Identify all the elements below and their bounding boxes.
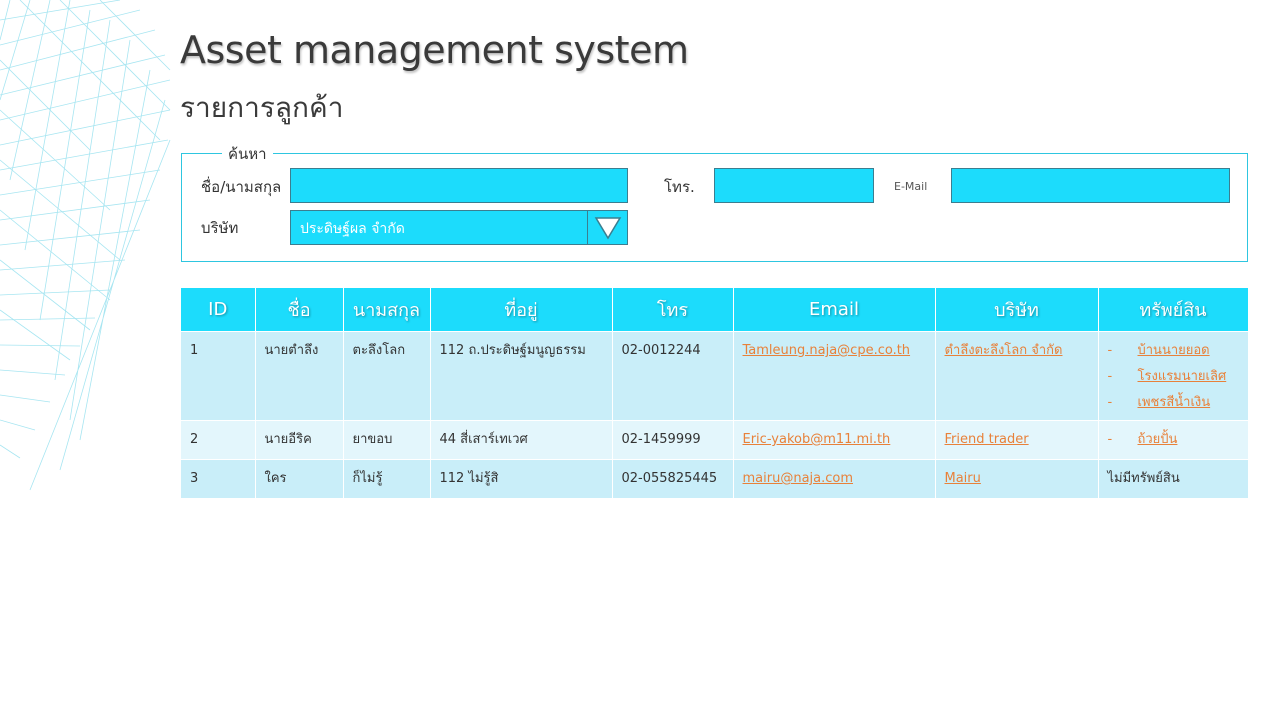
col-header-assets[interactable]: ทรัพย์สิน <box>1098 288 1249 332</box>
asset-item: - ถ้วยปั้น <box>1108 431 1239 449</box>
cell-id: 1 <box>181 331 256 421</box>
col-header-phone[interactable]: โทร <box>612 288 734 332</box>
asset-bullet: - <box>1107 369 1113 384</box>
company-label: บริษัท <box>201 219 239 237</box>
company-select[interactable]: ประดิษฐ์ผล จำกัด <box>290 210 628 245</box>
name-label: ชื่อ/นามสกุล <box>201 178 282 196</box>
email-label: E-Mail <box>894 180 928 193</box>
asset-bullet: - <box>1107 395 1113 410</box>
dropdown-arrow-icon[interactable] <box>587 211 627 244</box>
cell-assets: ไม่มีทรัพย์สิน <box>1098 459 1249 498</box>
col-header-first-name[interactable]: ชื่อ <box>255 288 344 332</box>
table-header-row: ID ชื่อ นามสกุล ที่อยู่ โทร Email บริษัท… <box>181 288 1249 332</box>
cell-address: 44 สี่เสาร์เทเวศ <box>430 420 613 460</box>
company-selected-value: ประดิษฐ์ผล จำกัด <box>300 221 405 237</box>
cell-company: Friend trader <box>935 420 1099 460</box>
cell-phone: 02-055825445 <box>612 459 734 498</box>
asset-link[interactable]: โรงแรมนายเลิศ <box>1138 369 1227 384</box>
cell-last-name: ก็ไม่รู้ <box>343 459 431 498</box>
table-row[interactable]: 1 นายตำลึง ตะลึงโลก 112 ถ.ประดิษฐ์มนูญธร… <box>181 331 1249 421</box>
cell-last-name: ยาขอบ <box>343 420 431 460</box>
search-panel: ค้นหา ชื่อ/นามสกุล โทร. E-Mail บริษัท ปร… <box>181 142 1248 262</box>
cell-first-name: นายอีริค <box>255 420 344 460</box>
asset-bullet: - <box>1107 432 1113 447</box>
phone-field[interactable] <box>714 168 874 203</box>
company-link[interactable]: Mairu <box>945 471 981 486</box>
cell-email: Tamleung.naja@cpe.co.th <box>733 331 936 421</box>
phone-input[interactable] <box>715 169 873 202</box>
company-link[interactable]: ตำลึงตะลึงโลก จำกัด <box>945 343 1063 358</box>
cell-address: 112 ไม่รู้สิ <box>430 459 613 498</box>
cell-phone: 02-0012244 <box>612 331 734 421</box>
email-input[interactable] <box>952 169 1229 202</box>
cell-first-name: นายตำลึง <box>255 331 344 421</box>
table-row[interactable]: 2 นายอีริค ยาขอบ 44 สี่เสาร์เทเวศ 02-145… <box>181 420 1249 460</box>
col-header-company[interactable]: บริษัท <box>935 288 1099 332</box>
cell-assets: - ถ้วยปั้น <box>1098 420 1249 460</box>
wireframe-decoration <box>0 0 171 491</box>
cell-first-name: ใคร <box>255 459 344 498</box>
page-title: Asset management system <box>180 28 689 72</box>
email-link[interactable]: mairu@naja.com <box>743 471 854 486</box>
asset-link[interactable]: บ้านนายยอด <box>1138 343 1210 358</box>
email-link[interactable]: Eric-yakob@m11.mi.th <box>743 432 891 447</box>
cell-assets: - บ้านนายยอด - โรงแรมนายเลิศ - เพชรสีน้ำเงิ… <box>1098 331 1249 421</box>
cell-email: Eric-yakob@m11.mi.th <box>733 420 936 460</box>
asset-list: - บ้านนายยอด - โรงแรมนายเลิศ - เพชรสีน้ำเงิ… <box>1108 342 1239 412</box>
cell-id: 3 <box>181 459 256 498</box>
table-row[interactable]: 3 ใคร ก็ไม่รู้ 112 ไม่รู้สิ 02-055825445… <box>181 459 1249 498</box>
email-link[interactable]: Tamleung.naja@cpe.co.th <box>743 343 911 358</box>
col-header-last-name[interactable]: นามสกุล <box>343 288 431 332</box>
asset-item: - โรงแรมนายเลิศ <box>1108 368 1239 386</box>
col-header-id[interactable]: ID <box>181 288 256 332</box>
asset-item: - บ้านนายยอด <box>1108 342 1239 360</box>
cell-id: 2 <box>181 420 256 460</box>
cell-phone: 02-1459999 <box>612 420 734 460</box>
name-input[interactable] <box>291 169 627 202</box>
customer-table: ID ชื่อ นามสกุล ที่อยู่ โทร Email บริษัท… <box>181 288 1249 498</box>
phone-label: โทร. <box>664 178 695 196</box>
asset-item: - เพชรสีน้ำเงิน <box>1108 394 1239 412</box>
page-subtitle: รายการลูกค้า <box>180 91 344 124</box>
name-field[interactable] <box>290 168 628 203</box>
email-field[interactable] <box>951 168 1230 203</box>
asset-list: - ถ้วยปั้น <box>1108 431 1239 449</box>
cell-company: ตำลึงตะลึงโลก จำกัด <box>935 331 1099 421</box>
cell-last-name: ตะลึงโลก <box>343 331 431 421</box>
cell-email: mairu@naja.com <box>733 459 936 498</box>
col-header-email[interactable]: Email <box>733 288 936 332</box>
company-link[interactable]: Friend trader <box>945 432 1029 447</box>
asset-bullet: - <box>1107 343 1113 358</box>
asset-link[interactable]: เพชรสีน้ำเงิน <box>1138 395 1211 410</box>
search-legend: ค้นหา <box>222 142 273 166</box>
col-header-address[interactable]: ที่อยู่ <box>430 288 613 332</box>
cell-address: 112 ถ.ประดิษฐ์มนูญธรรม <box>430 331 613 421</box>
asset-link[interactable]: ถ้วยปั้น <box>1138 432 1178 447</box>
cell-company: Mairu <box>935 459 1099 498</box>
